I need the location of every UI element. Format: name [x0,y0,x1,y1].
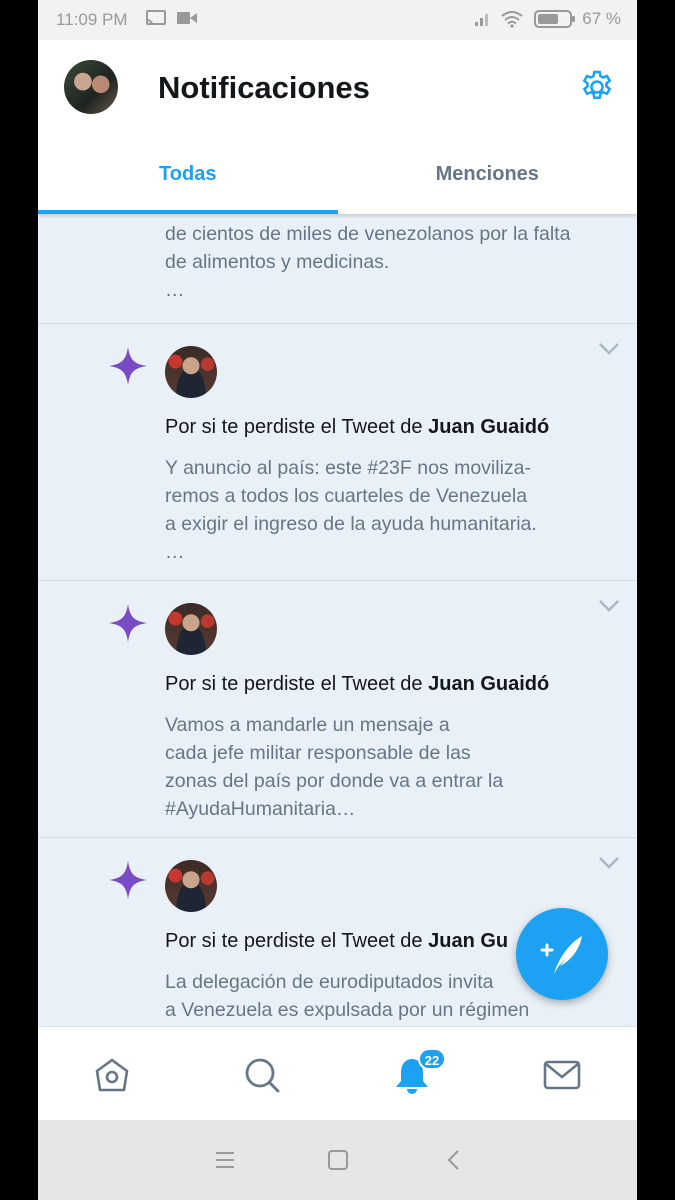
bottom-navigation: 22 [38,1026,637,1120]
author-avatar[interactable] [165,603,217,655]
list-item[interactable]: de cientos de miles de venezolanos por l… [38,214,637,324]
phone-screen: 11:09 PM 67 % Notificaciones Todas Menci… [38,0,637,1200]
status-time: 11:09 PM [56,10,128,29]
video-camera-icon [177,12,197,24]
list-item[interactable]: Por si te perdiste el Tweet de Juan Guai… [38,324,637,581]
tab-todas[interactable]: Todas [38,140,338,214]
notification-tabs: Todas Menciones [38,140,637,214]
battery-icon [534,10,576,28]
notification-title: Por si te perdiste el Tweet de Juan Guai… [165,673,550,695]
page-title: Notificaciones [158,70,370,105]
home-square-icon[interactable] [326,1148,350,1172]
settings-gear-icon[interactable] [578,68,616,106]
tab-menciones[interactable]: Menciones [338,140,638,214]
menu-icon[interactable] [213,1148,237,1172]
list-item[interactable]: Por si te perdiste el Tweet de Juan Guai… [38,581,637,838]
cast-icon [146,10,166,26]
search-icon[interactable] [242,1055,282,1095]
sparkle-icon [109,604,147,642]
app-header: Notificaciones [38,40,637,140]
author-avatar[interactable] [165,860,217,912]
sparkle-icon [109,347,147,385]
compose-feather-icon [540,936,582,974]
notification-body: Y anuncio al país: este #23F nos moviliz… [165,457,537,563]
chevron-down-icon[interactable] [598,856,620,870]
battery-percentage: 67 % [582,9,621,28]
home-icon[interactable] [92,1055,132,1095]
notification-body: de cientos de miles de venezolanos por l… [165,223,571,301]
notification-feed[interactable]: de cientos de miles de venezolanos por l… [38,214,637,1026]
messages-envelope-icon[interactable] [542,1055,582,1095]
sparkle-icon [109,861,147,899]
chevron-down-icon[interactable] [598,599,620,613]
profile-avatar[interactable] [64,60,118,114]
notification-count-badge: 22 [418,1048,446,1070]
back-icon[interactable] [442,1148,466,1172]
notification-title: Por si te perdiste el Tweet de Juan Gu [165,930,509,952]
notification-body: La delegación de eurodiputados invita a … [165,971,530,1021]
author-avatar[interactable] [165,346,217,398]
compose-tweet-button[interactable] [516,908,608,1000]
chevron-down-icon[interactable] [598,342,620,356]
signal-icon [475,14,489,26]
system-navigation-bar [38,1120,637,1200]
wifi-icon [501,11,523,28]
notification-title: Por si te perdiste el Tweet de Juan Guai… [165,416,550,438]
status-bar: 11:09 PM 67 % [38,0,637,40]
notification-body: Vamos a mandarle un mensaje a cada jefe … [165,714,504,820]
